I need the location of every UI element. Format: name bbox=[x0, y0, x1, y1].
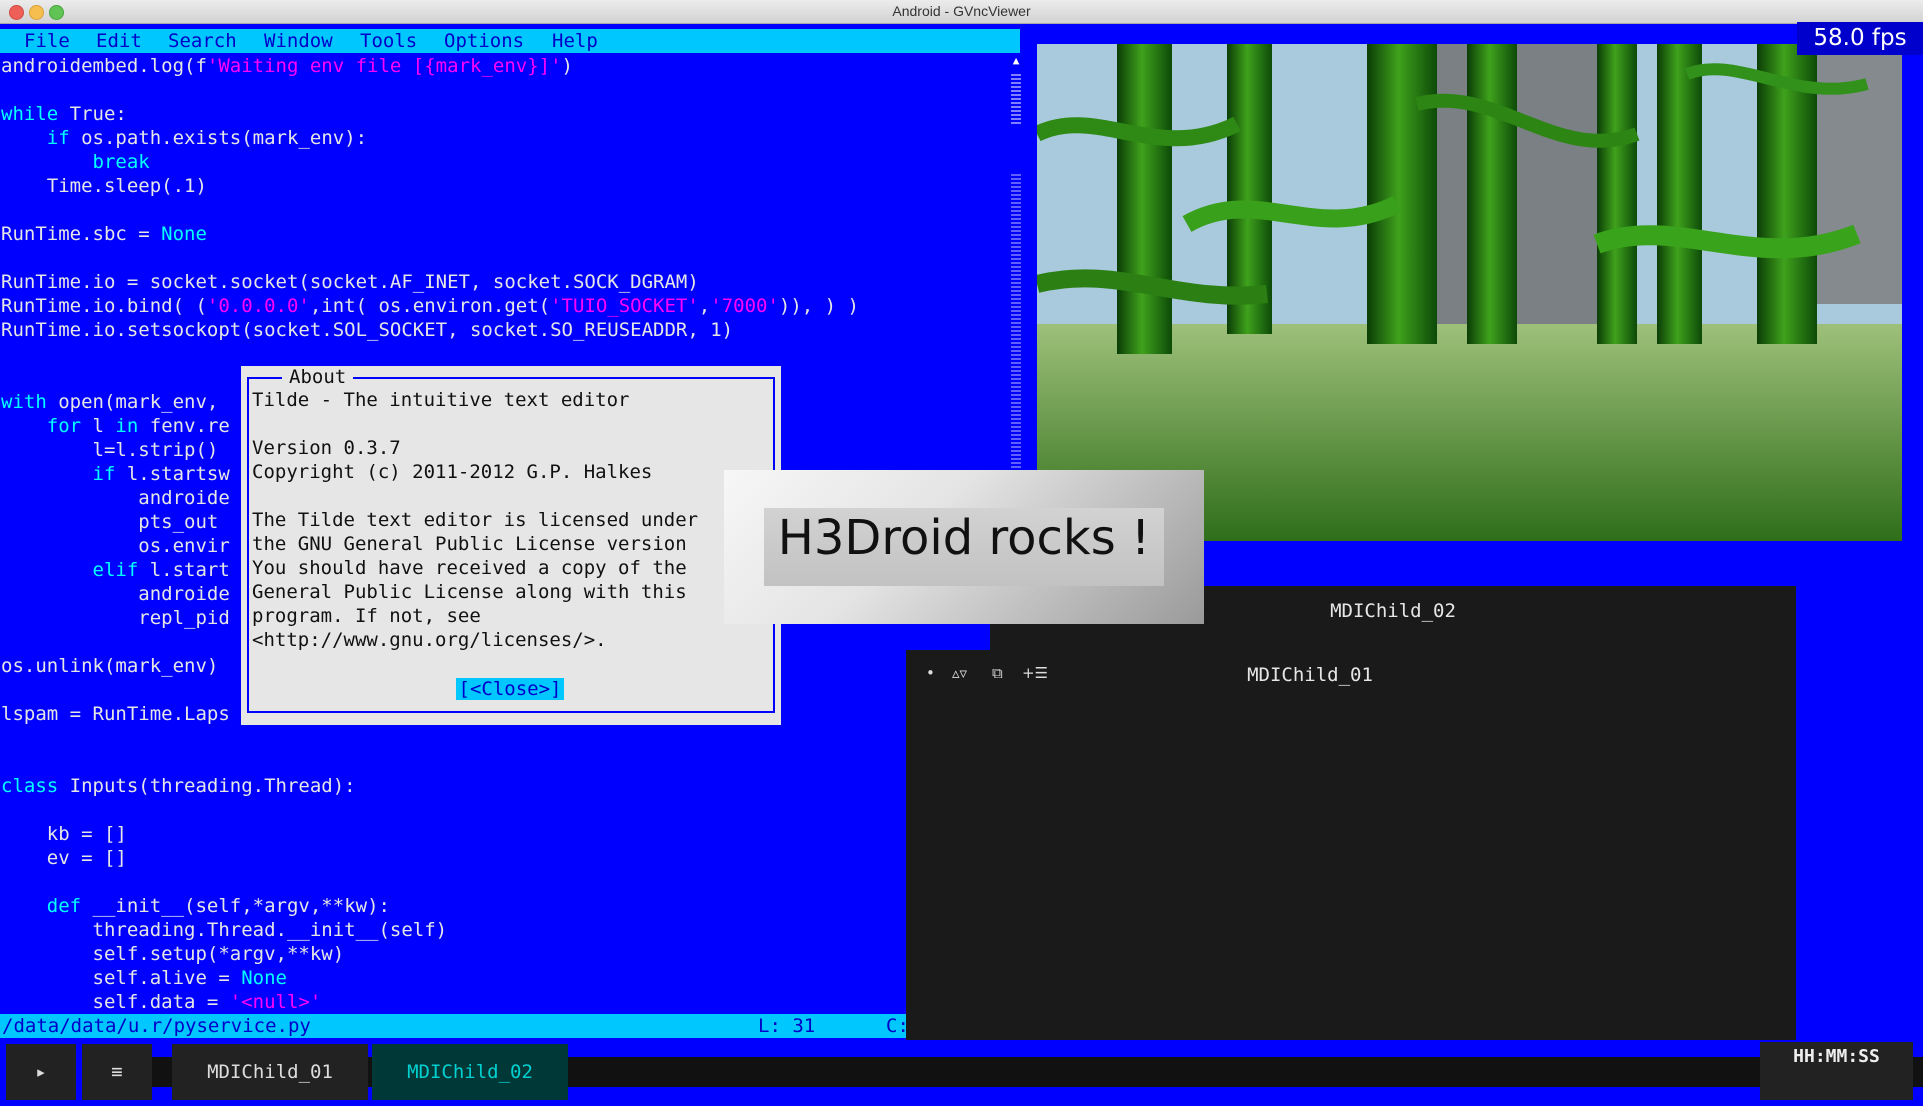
taskbar: ▸ ≡ MDIChild_01 MDIChild_02 HH:MM:SS bbox=[0, 1040, 1923, 1106]
mdi-child-01-title: MDIChild_01 bbox=[1247, 664, 1373, 686]
window-title: Android - GVncViewer bbox=[892, 3, 1031, 19]
menu-help[interactable]: Help bbox=[552, 30, 598, 52]
menu-tools[interactable]: Tools bbox=[360, 30, 417, 52]
mdi-child-01-window[interactable]: • ▵▿ ⧉ +☰ MDIChild_01 bbox=[906, 650, 1714, 1106]
editor-statusbar: /data/data/u.r/pyservice.py L: 31 C: 3 bbox=[0, 1014, 1010, 1038]
scrollbar-thumb[interactable] bbox=[1011, 74, 1021, 124]
scroll-up-arrow-icon[interactable]: ▲ bbox=[1009, 54, 1023, 68]
task-mdichild-02[interactable]: MDIChild_02 bbox=[372, 1044, 568, 1100]
clock: HH:MM:SS bbox=[1760, 1042, 1913, 1100]
menu-search[interactable]: Search bbox=[168, 30, 237, 52]
menu-edit[interactable]: Edit bbox=[96, 30, 142, 52]
window-titlebar: Android - GVncViewer bbox=[0, 0, 1923, 24]
about-dialog-text: Tilde - The intuitive text editor Versio… bbox=[252, 389, 699, 651]
editor-menubar: File Edit Search Window Tools Options He… bbox=[0, 29, 1020, 53]
h3droid-banner: H3Droid rocks ! bbox=[724, 470, 1204, 624]
banner-text: H3Droid rocks ! bbox=[777, 510, 1151, 566]
task-mdichild-01[interactable]: MDIChild_01 bbox=[172, 1044, 368, 1100]
fps-counter: 58.0 fps bbox=[1797, 22, 1923, 55]
file-path: /data/data/u.r/pyservice.py bbox=[2, 1015, 311, 1037]
cursor-line: L: 31 bbox=[758, 1015, 816, 1037]
mdi-child-01-titlebar[interactable]: • ▵▿ ⧉ +☰ MDIChild_01 bbox=[906, 650, 1714, 700]
scrollbar-track[interactable] bbox=[1011, 174, 1021, 474]
about-dialog: About Tilde - The intuitive text editor … bbox=[241, 366, 781, 725]
bamboo-scene-image bbox=[1037, 44, 1902, 541]
play-button[interactable]: ▸ bbox=[6, 1044, 76, 1100]
3d-scene-view[interactable] bbox=[1037, 44, 1902, 541]
menu-button[interactable]: ≡ bbox=[82, 1044, 152, 1100]
about-dialog-title: About bbox=[282, 366, 354, 388]
menu-window[interactable]: Window bbox=[264, 30, 333, 52]
menu-options[interactable]: Options bbox=[444, 30, 524, 52]
menu-file[interactable]: File bbox=[24, 30, 70, 52]
close-button[interactable]: [<Close>] bbox=[456, 678, 564, 700]
